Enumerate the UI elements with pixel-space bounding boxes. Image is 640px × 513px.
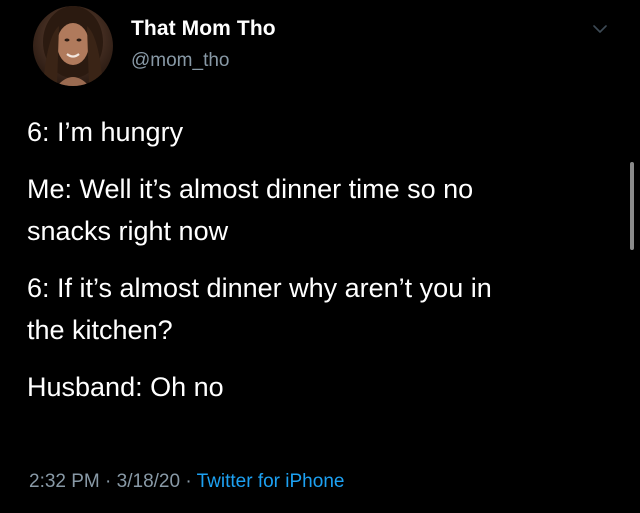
meta-separator: ·	[105, 471, 112, 492]
tweet-meta: 2:32 PM · 3/18/20 · Twitter for iPhone	[29, 471, 344, 493]
tweet-line: Me: Well it’s almost dinner time so no	[27, 174, 474, 204]
tweet-time[interactable]: 2:32 PM	[29, 471, 100, 492]
tweet-line: Husband: Oh no	[27, 372, 224, 402]
tweet-line: snacks right now	[27, 216, 229, 246]
tweet-date[interactable]: 3/18/20	[117, 471, 180, 492]
meta-separator: ·	[185, 471, 192, 492]
tweet-line: the kitchen?	[27, 315, 173, 345]
tweet-line: 6: If it’s almost dinner why aren’t you …	[27, 273, 492, 303]
tweet-card: That Mom Tho @mom_tho 6: I’m hungry Me: …	[0, 0, 640, 513]
author-display-name[interactable]: That Mom Tho	[131, 17, 276, 41]
author-handle[interactable]: @mom_tho	[131, 50, 230, 72]
chevron-down-icon[interactable]	[593, 24, 607, 34]
tweet-text: 6: I’m hungry Me: Well it’s almost dinne…	[27, 111, 617, 408]
scrollbar[interactable]	[630, 162, 634, 250]
avatar-image	[33, 6, 113, 86]
avatar[interactable]	[33, 6, 113, 86]
tweet-line: 6: I’m hungry	[27, 117, 184, 147]
tweet-source-link[interactable]: Twitter for iPhone	[197, 471, 345, 492]
